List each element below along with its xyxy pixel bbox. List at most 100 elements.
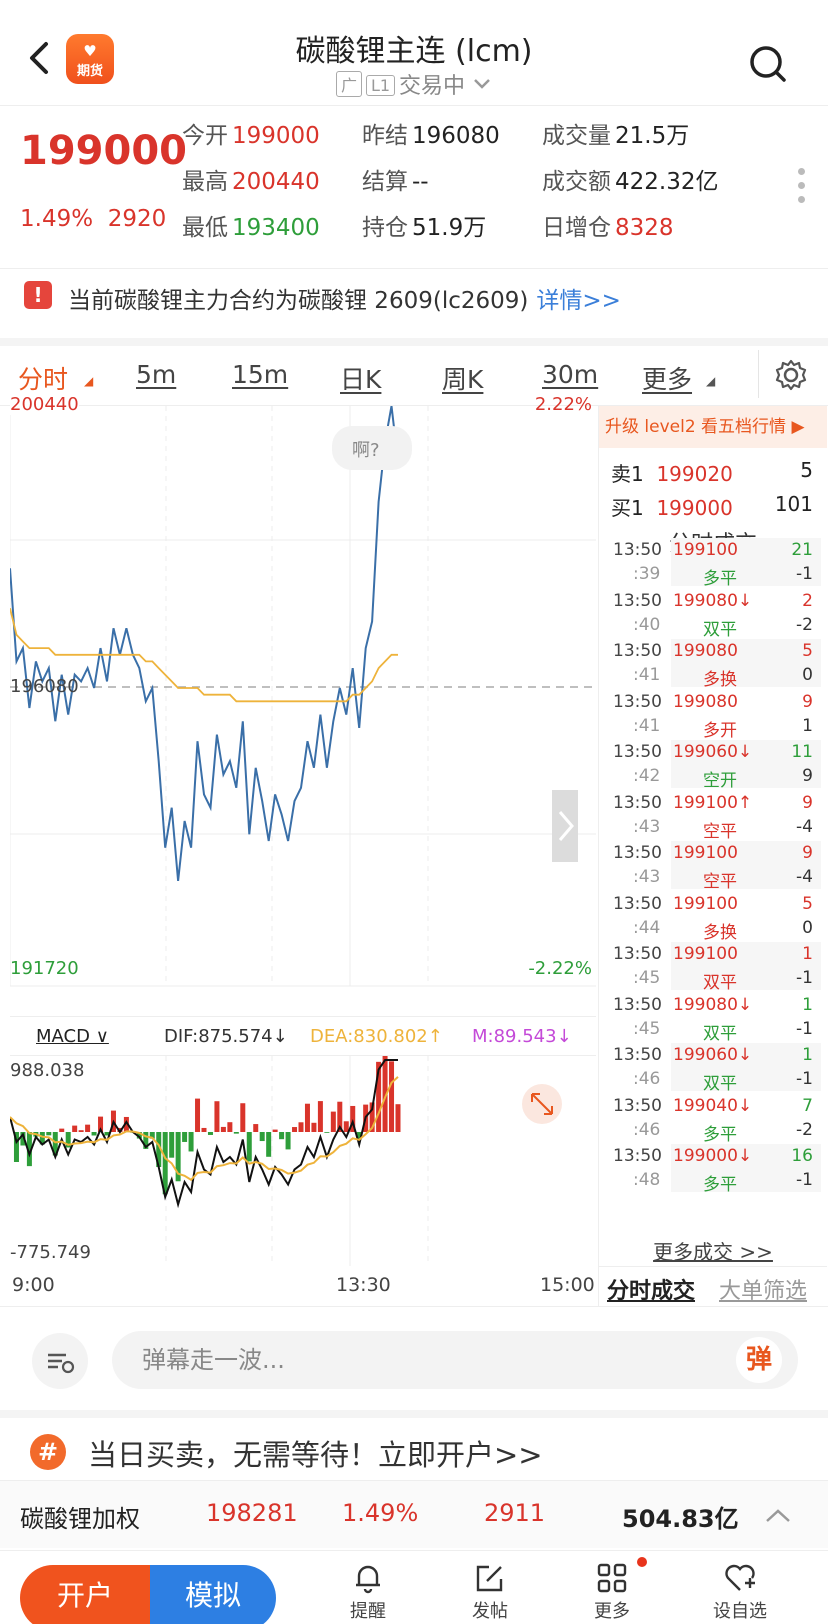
upgrade-level2-banner[interactable]: 升级 level2 看五档行情 ▶ [599,406,827,448]
notification-dot [637,1557,647,1567]
macd-bar [182,1132,188,1142]
notice-detail-link[interactable]: 详情>> [536,288,621,314]
danmaku-bar: 弹幕走一波... 弹 [0,1306,828,1406]
macd-bar [246,1132,252,1162]
top-bar: ♥ 期货 碳酸锂主连 (lcm) 广 L1 交易中 [0,0,828,106]
weighted-price: 198281 [206,1499,298,1527]
time-end: 15:00 [540,1274,595,1296]
nav-post[interactable]: 发帖 [450,1561,530,1623]
macd-bar [285,1132,291,1150]
y-max-pct: 2.22% [534,394,592,415]
macd-bar [279,1132,285,1140]
nav-more[interactable]: 更多 [572,1561,652,1623]
trade-row: 13:50:43 199100 空平 9 -4 [599,841,827,893]
macd-selector[interactable]: MACD ∨ [36,1026,109,1047]
trade-row: 13:50:45 199080↓ 双平 1 -1 [599,992,827,1045]
promo-text: 当日买卖，无需等待！立即开户>> [88,1438,543,1472]
simulate-button[interactable]: 模拟 [150,1565,276,1624]
weighted-index-row[interactable]: 碳酸锂加权 198281 1.49% 2911 504.83亿 [0,1480,828,1548]
trade-row: 13:50:46 199060↓ 双平 1 -1 [599,1043,827,1095]
trade-row: 13:50:40 199080↓ 双平 2 -2 [599,588,827,641]
quote-volume: 成交量 21.5万 [542,123,690,149]
grid-icon [597,1563,627,1593]
last-price: 199000 [20,128,187,174]
macd-bar [72,1125,78,1132]
macd-bar [389,1061,395,1132]
macd-bar [343,1121,349,1132]
quote-open: 今开 199000 [182,123,320,149]
intraday-chart[interactable]: 啊? 200440 2.22% 196080 191720 -2.22% [9,394,596,1016]
tab-15m[interactable]: 15m [232,360,288,389]
trade-row: 13:50:48 199000↓ 多平 16 -1 [599,1144,827,1196]
notice-text: 当前碳酸锂主力合约为碳酸锂 2609(lc2609) [68,288,529,314]
time-mid: 13:30 [336,1274,391,1296]
tab-time-trades[interactable]: 分时成交 [607,1273,695,1305]
nav-add-watchlist[interactable]: 设自选 [700,1561,780,1623]
macd-bar [85,1124,91,1132]
danmaku-settings-icon[interactable] [32,1333,88,1389]
chevron-down-icon [474,79,490,89]
macd-bar [169,1132,175,1158]
more-trades-link[interactable]: 更多成交 >> [599,1236,827,1265]
quote-open-interest: 持仓 51.9万 [362,215,487,241]
intraday-chart-svg: 啊? [9,405,596,987]
chevron-up-icon[interactable] [764,1507,792,1525]
trade-row: 13:50:39 199100 多平 21 -1 [599,538,827,590]
macd-bar [292,1127,298,1132]
weighted-pct: 1.49% [342,1499,419,1527]
macd-bar [227,1122,233,1132]
macd-max-label: 988.038 [10,1060,85,1081]
trade-tabs: 分时成交 大单筛选 [599,1266,827,1304]
search-icon[interactable] [748,44,788,84]
tab-daily-k[interactable]: 日K [340,360,381,396]
gear-icon[interactable] [774,358,808,392]
weighted-name: 碳酸锂加权 [20,1505,140,1533]
tab-5m[interactable]: 5m [136,360,176,389]
macd-bar [324,1132,330,1133]
macd-bar [195,1098,201,1132]
open-account-button[interactable]: 开户 [20,1565,150,1624]
macd-bar [91,1132,97,1136]
macd-bar [214,1101,220,1132]
trade-row: 13:50:41 199080 多换 5 0 [599,639,827,691]
tab-intraday[interactable]: 分时 [18,360,69,410]
tab-more[interactable]: 更多 [642,360,692,396]
quote-settle: 结算 -- [362,169,429,195]
market-status[interactable]: 广 L1 交易中 [0,68,828,100]
macd-bar [298,1122,304,1132]
tab-weekly-k[interactable]: 周K [442,360,483,396]
macd-bar [188,1132,194,1152]
trade-row: 13:50:42 199060↓ 空开 11 9 [599,740,827,792]
sell-1-row: 卖1 199020 5 [611,458,813,486]
macd-bar [259,1132,265,1142]
tab-30m[interactable]: 30m [542,360,598,389]
more-dots-icon[interactable] [798,168,806,210]
quote-turnover: 成交额 422.32亿 [542,169,719,195]
open-account-promo[interactable]: # 当日买卖，无需等待！立即开户>> [0,1410,828,1480]
weighted-change: 2911 [484,1499,546,1527]
time-axis: 9:00 13:30 15:00 [10,1270,596,1300]
chart-period-tabs: 分时 ◢ 5m 15m 日K 周K 30m 更多 ◢ [0,338,828,410]
macd-bar [330,1111,336,1132]
m-value: M:89.543↓ [472,1026,572,1047]
tab-big-orders[interactable]: 大单筛选 [719,1273,807,1305]
macd-bar [201,1127,207,1132]
expand-handle [552,790,578,862]
caret-icon: ◢ [84,374,94,388]
danmaku-toggle-button[interactable]: 弹 [736,1337,782,1383]
macd-bar [233,1132,239,1134]
weighted-amount: 504.83亿 [622,1505,739,1533]
y-max-label: 200440 [10,394,79,415]
danmaku-input[interactable]: 弹幕走一波... [112,1331,798,1389]
nav-remind[interactable]: 提醒 [328,1561,408,1623]
macd-bar [317,1101,323,1132]
trading-status: 交易中 [399,74,466,99]
macd-bar [46,1132,52,1136]
macd-chart[interactable]: 988.038 -775.749 [9,1055,596,1266]
main-contract-notice[interactable]: ! 当前碳酸锂主力合约为碳酸锂 2609(lc2609) 详情>> [0,268,828,330]
macd-bar [78,1130,84,1132]
caret-icon: ◢ [706,374,716,388]
edit-icon [476,1565,503,1592]
comment-bubble-text: 啊? [352,440,380,461]
quote-daily-oi-change: 日增仓 8328 [542,215,674,241]
